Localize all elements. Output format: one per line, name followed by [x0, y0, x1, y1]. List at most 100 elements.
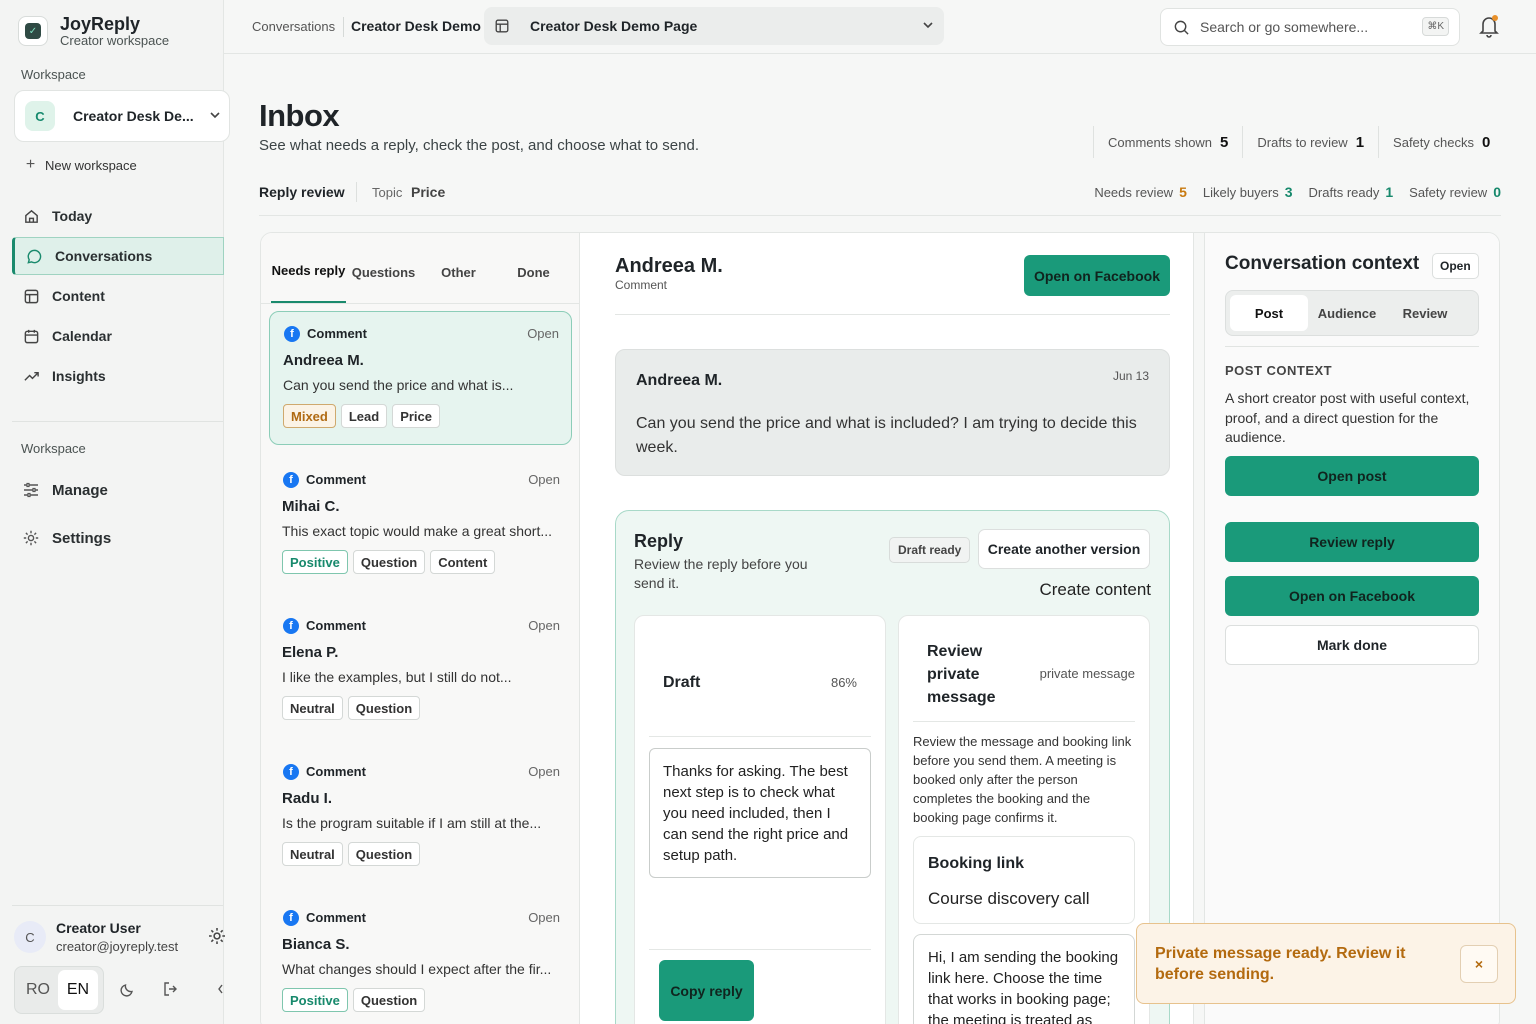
sidebar-item-settings[interactable]: Settings — [12, 519, 224, 557]
workspace-label: Workspace — [21, 67, 86, 82]
workspace-selector[interactable]: C Creator Desk De... — [14, 90, 230, 142]
moon-icon[interactable] — [119, 980, 137, 998]
create-content-link[interactable]: Create content — [1039, 580, 1151, 600]
draft-card: Draft 86% Thanks for asking. The best ne… — [634, 615, 886, 1024]
sidebar-item-label: Settings — [52, 529, 112, 547]
gear-icon — [22, 529, 40, 547]
facebook-icon: f — [284, 326, 300, 342]
conversation-list: Needs reply Questions Other Done f Comme… — [261, 233, 580, 1024]
private-message-description: Review the message and booking link befo… — [913, 734, 1132, 825]
open-on-facebook-button[interactable]: Open on Facebook — [1225, 576, 1479, 616]
list-item[interactable]: f Comment Open Andreea M. Can you send t… — [269, 311, 572, 445]
item-author: Andreea M. — [283, 352, 364, 369]
page-title: Inbox — [259, 98, 340, 133]
trend-icon — [22, 367, 40, 385]
breadcrumb[interactable]: Conversations — [252, 19, 335, 34]
breadcrumb-workspace[interactable]: Creator Desk Demo — [351, 18, 481, 34]
message-bubble: Andreea M. Jun 13 Can you send the price… — [615, 349, 1170, 476]
open-on-facebook-button[interactable]: Open on Facebook — [1024, 255, 1170, 296]
tab-questions[interactable]: Questions — [346, 241, 421, 303]
inbox-panel: Needs reply Questions Other Done f Comme… — [260, 232, 1500, 1024]
layout-icon — [22, 287, 40, 305]
booking-link-card[interactable]: Booking link Course discovery call — [913, 836, 1135, 924]
count-label: Safety review — [1409, 185, 1488, 200]
workspace-label-2: Workspace — [21, 441, 86, 456]
search-input[interactable]: Search or go somewhere... ⌘K — [1160, 8, 1460, 46]
open-post-button[interactable]: Open post — [1225, 456, 1479, 496]
reply-subtitle: Review the reply before you send it. — [634, 556, 808, 591]
sidebar-divider — [12, 421, 223, 422]
create-another-version-button[interactable]: Create another version — [978, 529, 1150, 569]
sidebar-item-calendar[interactable]: Calendar — [12, 317, 224, 355]
chat-icon — [25, 247, 43, 265]
chevron-down-icon — [923, 22, 933, 29]
chevron-down-icon — [210, 112, 220, 119]
tag: Question — [347, 842, 421, 866]
list-tabs: Needs reply Questions Other Done — [271, 241, 571, 303]
list-item[interactable]: f Comment Open Radu I. Is the program su… — [269, 750, 572, 884]
scrollbar[interactable] — [1194, 233, 1205, 1024]
sidebar-item-content[interactable]: Content — [12, 277, 224, 315]
draft-textarea[interactable]: Thanks for asking. The best next step is… — [649, 748, 871, 878]
tag: Positive — [282, 988, 348, 1012]
user-profile[interactable]: C Creator User creator@joyreply.test — [14, 916, 227, 958]
sidebar-item-conversations[interactable]: Conversations — [12, 237, 224, 275]
page-selector[interactable]: Creator Desk Demo Page — [484, 7, 944, 45]
mode-label: Reply review — [259, 184, 345, 200]
draft-confidence: 86% — [830, 675, 857, 690]
conversation-detail: Andreea M. Comment Open on Facebook Andr… — [591, 233, 1194, 1024]
new-workspace-button[interactable]: + New workspace — [24, 156, 137, 174]
conversation-author: Andreea M. — [615, 255, 723, 277]
language-ro-button[interactable]: RO — [18, 970, 58, 1010]
tab-post[interactable]: Post — [1230, 295, 1308, 331]
copy-reply-button[interactable]: Copy reply — [659, 960, 754, 1021]
stat-label: Drafts to review — [1257, 134, 1348, 150]
divider — [913, 721, 1135, 722]
language-en-button[interactable]: EN — [58, 970, 98, 1010]
tab-audience[interactable]: Audience — [1308, 295, 1386, 331]
count-label: Likely buyers — [1202, 185, 1279, 200]
avatar: C — [14, 921, 46, 953]
count-safety-review[interactable]: Safety review 0 — [1409, 184, 1501, 200]
list-item[interactable]: f Comment Open Elena P. I like the examp… — [269, 604, 572, 738]
sidebar-item-today[interactable]: Today — [12, 197, 224, 235]
list-item[interactable]: f Comment Open Mihai C. This exact topic… — [269, 458, 572, 592]
new-workspace-label: New workspace — [45, 157, 137, 173]
tab-review[interactable]: Review — [1386, 295, 1464, 331]
sidebar-item-manage[interactable]: Manage — [12, 471, 224, 509]
list-item[interactable]: f Comment Open Bianca S. What changes sh… — [269, 896, 572, 1024]
tag: Content — [430, 550, 496, 574]
count-label: Needs review — [1094, 185, 1174, 200]
count-drafts-ready[interactable]: Drafts ready 1 — [1309, 184, 1394, 200]
gear-icon[interactable] — [207, 926, 227, 946]
review-counts: Needs review 5 Likely buyers 3 Drafts read… — [1094, 184, 1501, 200]
count-needs-review[interactable]: Needs review 5 — [1094, 184, 1187, 200]
item-type: Comment — [307, 326, 367, 341]
mark-done-button[interactable]: Mark done — [1225, 625, 1479, 665]
sidebar-item-insights[interactable]: Insights — [12, 357, 224, 395]
language-toggle: RO EN — [14, 966, 104, 1014]
close-icon[interactable]: × — [1460, 945, 1498, 983]
tab-other[interactable]: Other — [421, 241, 496, 303]
bell-icon[interactable] — [1478, 14, 1500, 38]
reply-title: Reply — [634, 531, 684, 551]
tab-done[interactable]: Done — [496, 241, 571, 303]
filter-bar: Reply review Topic Price Needs review 5 L… — [259, 176, 1501, 216]
stat-drafts-to-review: Drafts to review 1 — [1242, 126, 1378, 158]
tab-needs-reply[interactable]: Needs reply — [271, 241, 346, 303]
collapse-icon[interactable] — [216, 980, 224, 998]
brand[interactable]: ✓ JoyReply Creator workspace — [18, 14, 169, 48]
private-message-kind: private message — [1039, 666, 1135, 681]
logout-icon[interactable] — [162, 980, 180, 998]
review-reply-button[interactable]: Review reply — [1225, 522, 1479, 562]
workspace-name: Creator Desk De... — [73, 108, 193, 124]
stat-value: 1 — [1355, 133, 1365, 151]
topic-value[interactable]: Price — [411, 184, 445, 200]
breadcrumb-separator — [343, 17, 344, 37]
shortcut-badge: ⌘K — [1422, 17, 1449, 36]
page-subtitle: See what needs a reply, check the post, … — [259, 137, 700, 154]
summary-stats: Comments shown 5 Drafts to review 1 Safety… — [1093, 126, 1504, 158]
private-message-textarea[interactable]: Hi, I am sending the booking link here. … — [913, 934, 1135, 1024]
item-preview: What changes should I expect after the f… — [282, 961, 552, 977]
count-likely-buyers[interactable]: Likely buyers 3 — [1203, 184, 1293, 200]
